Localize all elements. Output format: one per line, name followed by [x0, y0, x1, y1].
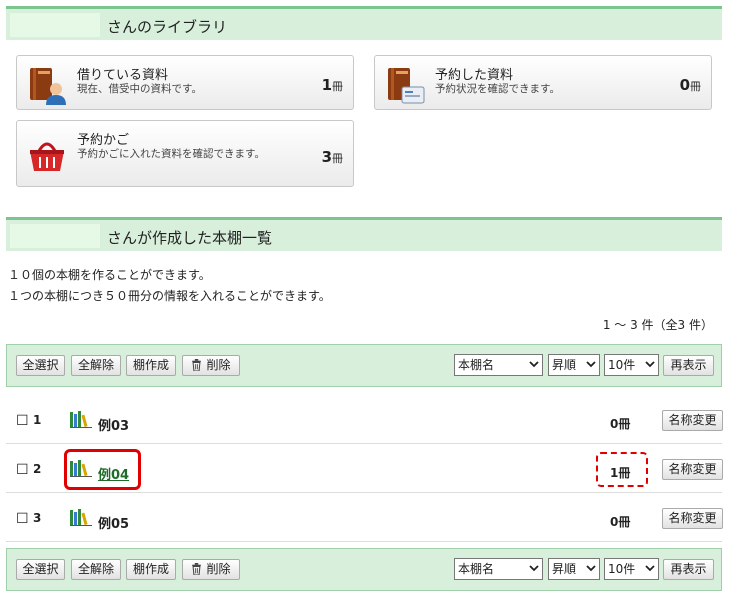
- bookshelf-icon: [70, 509, 92, 526]
- book-limit-text: １つの本棚につき５０冊分の情報を入れることができます。: [8, 289, 331, 303]
- cart-label: 予約かご: [77, 133, 130, 148]
- refresh-button[interactable]: 再表示: [663, 559, 714, 580]
- delete-button[interactable]: 削除: [182, 355, 240, 376]
- refresh-button[interactable]: 再表示: [663, 355, 714, 376]
- shelf-count: 0冊: [610, 417, 631, 431]
- borrowed-books-icon: [30, 68, 66, 105]
- cart-desc: 予約かごに入れた資料を確認できます。: [77, 148, 265, 160]
- chevron-down-icon: [529, 361, 539, 368]
- borrowed-label: 借りている資料: [77, 68, 169, 83]
- shelf-checkbox[interactable]: ☐: [16, 413, 29, 429]
- library-header: さんのライブラリ: [6, 6, 722, 40]
- chevron-down-icon: [586, 361, 596, 368]
- shelf-number: 1: [33, 413, 42, 427]
- reserved-label: 予約した資料: [435, 68, 514, 83]
- shelf-checkbox[interactable]: ☐: [16, 511, 29, 527]
- create-shelf-button[interactable]: 棚作成: [126, 355, 176, 376]
- sort-field-select[interactable]: 本棚名: [454, 558, 543, 580]
- chevron-down-icon: [586, 565, 596, 572]
- reserved-books-icon: [388, 68, 425, 104]
- trash-icon: [192, 563, 202, 576]
- user-name-mask: [10, 13, 100, 37]
- chevron-down-icon: [645, 361, 655, 368]
- shelf-checkbox[interactable]: ☐: [16, 462, 29, 478]
- library-title: さんのライブラリ: [107, 18, 228, 36]
- shelves-header: さんが作成した本棚一覧: [6, 217, 722, 251]
- select-all-button[interactable]: 全選択: [16, 559, 65, 580]
- shelf-number: 2: [33, 462, 42, 476]
- deselect-all-button[interactable]: 全解除: [71, 559, 121, 580]
- basket-icon: [30, 142, 64, 171]
- cart-count: 3冊: [321, 148, 343, 166]
- shelves-title: さんが作成した本棚一覧: [107, 229, 273, 247]
- shelf-count: 0冊: [610, 515, 631, 529]
- shelf-name[interactable]: 例05: [98, 513, 129, 532]
- sort-order-select[interactable]: 昇順: [548, 558, 600, 580]
- sort-field-select[interactable]: 本棚名: [454, 354, 543, 376]
- shelf-name[interactable]: 例03: [98, 415, 129, 434]
- reserved-desc: 予約状況を確認できます。: [435, 83, 560, 95]
- sort-order-select[interactable]: 昇順: [548, 354, 600, 376]
- deselect-all-button[interactable]: 全解除: [71, 355, 121, 376]
- trash-icon: [192, 359, 202, 372]
- borrowed-desc: 現在、借受中の資料です。: [77, 83, 202, 95]
- shelf-toolbar-top: 全選択 全解除 棚作成 削除 本棚名 昇順 10件 再表示: [6, 344, 722, 387]
- select-all-button[interactable]: 全選択: [16, 355, 65, 376]
- borrowed-card[interactable]: 借りている資料 現在、借受中の資料です。 1冊: [16, 55, 354, 110]
- shelf-number: 3: [33, 511, 42, 525]
- rename-button[interactable]: 名称変更: [662, 410, 723, 431]
- reserved-count: 0冊: [679, 76, 701, 94]
- shelf-limit-text: １０個の本棚を作ることができます。: [8, 268, 211, 282]
- rename-button[interactable]: 名称変更: [662, 459, 723, 480]
- chevron-down-icon: [529, 565, 539, 572]
- delete-button[interactable]: 削除: [182, 559, 240, 580]
- bookshelf-icon: [70, 411, 92, 428]
- create-shelf-button[interactable]: 棚作成: [126, 559, 176, 580]
- reserved-card[interactable]: 予約した資料 予約状況を確認できます。 0冊: [374, 55, 712, 110]
- dashed-annotation: [596, 452, 648, 487]
- chevron-down-icon: [645, 565, 655, 572]
- shelf-toolbar-bottom: 全選択 全解除 棚作成 削除 本棚名 昇順 10件 再表示: [6, 548, 722, 591]
- per-page-select[interactable]: 10件: [604, 558, 659, 580]
- result-range: 1 ～ 3 件（全3 件）: [602, 318, 713, 332]
- user-name-mask: [10, 224, 100, 248]
- rename-button[interactable]: 名称変更: [662, 508, 723, 529]
- shelf-row: ☐ 1 例03 0冊 名称変更: [6, 396, 723, 444]
- borrowed-count: 1冊: [321, 76, 343, 94]
- highlight-annotation: [64, 449, 141, 490]
- shelf-row: ☐ 3 例05 0冊 名称変更: [6, 494, 723, 542]
- cart-card[interactable]: 予約かご 予約かごに入れた資料を確認できます。 3冊: [16, 120, 354, 187]
- per-page-select[interactable]: 10件: [604, 354, 659, 376]
